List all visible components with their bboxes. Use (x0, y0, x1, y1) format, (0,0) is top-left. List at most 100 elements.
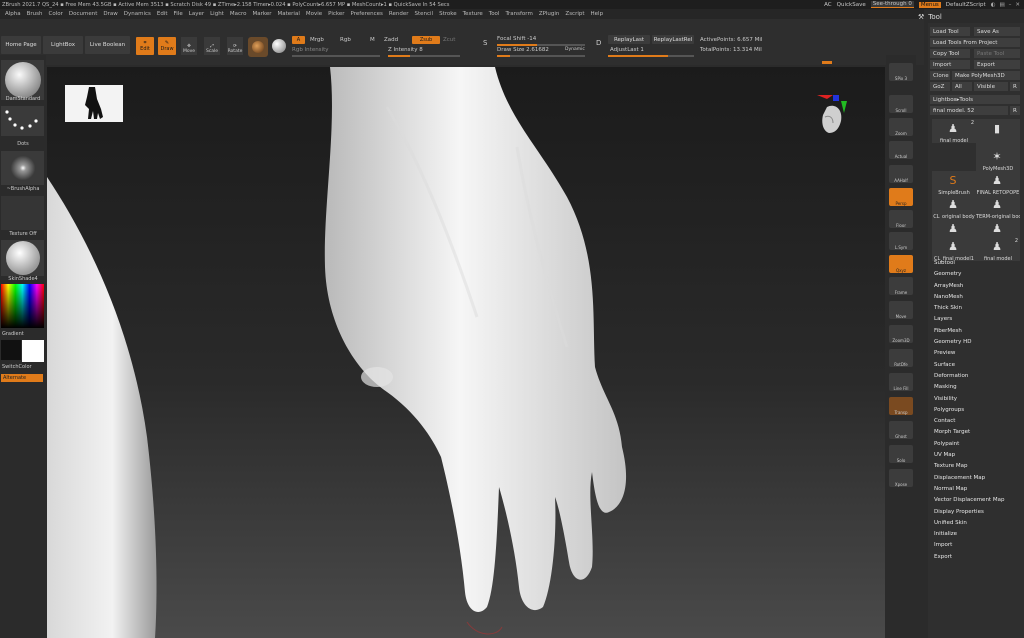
menu-alpha[interactable]: Alpha (2, 11, 24, 17)
color-picker-icon[interactable] (1, 284, 44, 328)
head-orientation-icon[interactable] (817, 95, 849, 141)
current-tool-r-button[interactable]: R (1010, 106, 1020, 115)
quicksave-button[interactable]: QuickSave (837, 2, 866, 8)
menu-file[interactable]: File (171, 11, 186, 17)
subpalette-subtool[interactable]: Subtool (934, 258, 1024, 269)
zsub-button[interactable]: Zsub (412, 36, 440, 44)
menu-help[interactable]: Help (588, 11, 607, 17)
sculpt-render[interactable] (47, 67, 885, 638)
menus-button[interactable]: Menus (918, 1, 941, 8)
a-button[interactable]: A (292, 36, 305, 44)
subpalette-import[interactable]: Import (934, 540, 1024, 551)
view-ghost-button[interactable]: Ghost (889, 421, 913, 439)
subpalette-uv-map[interactable]: UV Map (934, 450, 1024, 461)
subpalette-displacement-map[interactable]: Displacement Map (934, 473, 1024, 484)
subpalette-geometry-hd[interactable]: Geometry HD (934, 337, 1024, 348)
load-tools-from-project-button[interactable]: Load Tools From Project (930, 38, 1020, 47)
menu-light[interactable]: Light (207, 11, 227, 17)
tool-thumbnail[interactable]: ♟ CL_original body (932, 195, 976, 220)
secondary-color-swatch[interactable] (1, 340, 21, 360)
subpalette-geometry[interactable]: Geometry (934, 269, 1024, 280)
move-button[interactable]: ✥ Move (181, 37, 197, 55)
current-tool-slider[interactable]: final model. 52 (930, 106, 1008, 115)
draw-button[interactable]: ✎ Draw (158, 37, 176, 55)
view-transp-button[interactable]: Transp (889, 397, 913, 415)
replay-last-rel-button[interactable]: ReplayLastRel (652, 35, 694, 44)
subpalette-initialize[interactable]: Initialize (934, 529, 1024, 540)
zadd-button[interactable]: Zadd (384, 37, 398, 43)
clone-button[interactable]: Clone (930, 71, 950, 80)
menu-brush[interactable]: Brush (24, 11, 46, 17)
m-button[interactable]: M (370, 37, 375, 43)
view-spix-3-button[interactable]: SPix 3 (889, 63, 913, 81)
alpha-thumbnail[interactable] (1, 151, 44, 185)
draw-size-slider[interactable] (497, 55, 585, 57)
subpalette-display-properties[interactable]: Display Properties (934, 507, 1024, 518)
main-color-swatch[interactable] (22, 340, 44, 362)
tool-thumbnail[interactable]: ♟TERM-original body_1 (976, 195, 1020, 220)
copy-tool-button[interactable]: Copy Tool (930, 49, 970, 58)
subpalette-visibility[interactable]: Visibility (934, 394, 1024, 405)
menu-draw[interactable]: Draw (100, 11, 120, 17)
stroke-thumbnail[interactable] (1, 106, 44, 136)
adjust-last-slider[interactable] (608, 55, 694, 57)
material-swatch[interactable] (248, 37, 268, 57)
subpalette-layers[interactable]: Layers (934, 314, 1024, 325)
tool-thumbnail[interactable]: ✶ PolyMesh3D (976, 147, 1020, 172)
subpalette-masking[interactable]: Masking (934, 382, 1024, 393)
ac-button[interactable]: AC (824, 2, 832, 8)
home-page-button[interactable]: Home Page (1, 36, 41, 54)
subpalette-arraymesh[interactable]: ArrayMesh (934, 281, 1024, 292)
rgb-intensity-slider[interactable] (292, 55, 380, 57)
menu-stroke[interactable]: Stroke (436, 11, 460, 17)
subpalette-contact[interactable]: Contact (934, 416, 1024, 427)
view-persp-button[interactable]: Persp (889, 188, 913, 206)
scale-button[interactable]: ⤢ Scale (204, 37, 220, 55)
brush-thumbnail[interactable] (1, 60, 44, 100)
view-l-sym-button[interactable]: L.Sym (889, 232, 913, 250)
menu-render[interactable]: Render (386, 11, 412, 17)
export-button[interactable]: Export (974, 60, 1020, 69)
color-sphere-icon[interactable] (272, 39, 286, 53)
rotate-button[interactable]: ⟳ Rotate (227, 37, 243, 55)
tool-thumbnail[interactable]: ♟ final model 2 (932, 119, 976, 144)
menu-tool[interactable]: Tool (486, 11, 503, 17)
save-as-button[interactable]: Save As (974, 27, 1020, 36)
menu-material[interactable]: Material (275, 11, 303, 17)
focal-shift-slider[interactable] (497, 44, 585, 46)
subpalette-deformation[interactable]: Deformation (934, 371, 1024, 382)
help-icon[interactable]: ◐ (991, 2, 996, 8)
menu-macro[interactable]: Macro (227, 11, 250, 17)
subpalette-normal-map[interactable]: Normal Map (934, 484, 1024, 495)
all-button[interactable]: All (952, 82, 972, 91)
menu-dynamics[interactable]: Dynamics (121, 11, 154, 17)
goz-button[interactable]: GoZ (930, 82, 950, 91)
edit-button[interactable]: ⌗ Edit (136, 37, 154, 55)
menu-marker[interactable]: Marker (250, 11, 275, 17)
subpalette-fibermesh[interactable]: FiberMesh (934, 326, 1024, 337)
material-thumbnail[interactable] (1, 240, 44, 276)
subpalette-preview[interactable]: Preview (934, 348, 1024, 359)
view-aahalf-button[interactable]: AAHalf (889, 165, 913, 183)
zscript-button[interactable]: DefaultZScript (946, 2, 986, 8)
view-qxyz-button[interactable]: Qxyz (889, 255, 913, 273)
make-polymesh-button[interactable]: Make PolyMesh3D (952, 71, 1020, 80)
subpalette-surface[interactable]: Surface (934, 360, 1024, 371)
menu-transform[interactable]: Transform (502, 11, 535, 17)
switchcolor-button[interactable]: SwitchColor (0, 364, 46, 370)
import-button[interactable]: Import (930, 60, 970, 69)
load-tool-button[interactable]: Load Tool (930, 27, 970, 36)
r-button[interactable]: R (1010, 82, 1020, 91)
menu-picker[interactable]: Picker (325, 11, 347, 17)
subpalette-vector-displacement-map[interactable]: Vector Displacement Map (934, 495, 1024, 506)
subpalette-nanomesh[interactable]: NanoMesh (934, 292, 1024, 303)
view-zoom-button[interactable]: Zoom (889, 118, 913, 136)
layout-icon[interactable]: ▤ (999, 2, 1004, 8)
menu-zscript[interactable]: Zscript (562, 11, 587, 17)
replay-last-button[interactable]: ReplayLast (608, 35, 650, 44)
view-xpose-button[interactable]: Xpose (889, 469, 913, 487)
menu-texture[interactable]: Texture (460, 11, 486, 17)
view-zoom3d-button[interactable]: Zoom3D (889, 325, 913, 343)
menu-document[interactable]: Document (66, 11, 101, 17)
subpalette-unified-skin[interactable]: Unified Skin (934, 518, 1024, 529)
